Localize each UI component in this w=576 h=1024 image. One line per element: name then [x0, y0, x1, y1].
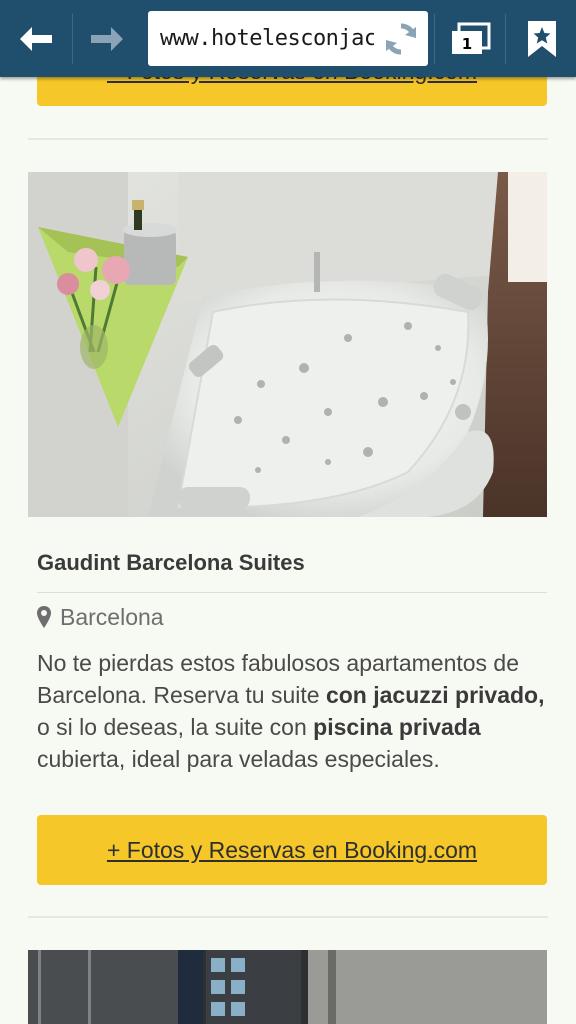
- hotel-photo-jacuzzi[interactable]: [28, 172, 547, 517]
- hotel-description: No te pierdas estos fabulosos apartament…: [37, 647, 547, 775]
- browser-page: + Fotos y Reservas en Booking.com: [0, 0, 576, 1024]
- description-text-3: cubierta, ideal para veladas especiales.: [37, 746, 440, 772]
- url-bar[interactable]: www.hotelesconjacuzzi.es: [148, 11, 428, 66]
- toolbar-separator: [505, 14, 506, 64]
- description-highlight-pool: piscina privada: [313, 714, 481, 740]
- next-hotel-illustration: [28, 950, 547, 1024]
- forward-button[interactable]: [72, 0, 142, 77]
- browser-toolbar: www.hotelesconjacuzzi.es 1: [0, 0, 576, 77]
- bookmark-button[interactable]: [508, 0, 576, 77]
- section-divider: [28, 138, 548, 140]
- jacuzzi-illustration: [28, 172, 547, 517]
- tabs-icon: 1: [452, 22, 491, 54]
- title-underline: [37, 592, 547, 593]
- location-city: Barcelona: [60, 603, 164, 630]
- bookmark-icon: [528, 20, 556, 57]
- next-hotel-photo[interactable]: [28, 950, 547, 1024]
- tabs-count: 1: [462, 35, 472, 53]
- booking-link-button[interactable]: + Fotos y Reservas en Booking.com: [37, 815, 547, 885]
- back-arrow-icon: [20, 26, 52, 51]
- back-button[interactable]: [0, 0, 72, 77]
- reload-icon: [386, 23, 416, 55]
- description-highlight-jacuzzi: con jacuzzi privado,: [325, 682, 545, 708]
- toolbar-separator: [434, 14, 435, 64]
- map-marker-icon: [37, 606, 51, 628]
- description-text-2: o si lo deseas, la suite con: [37, 714, 314, 740]
- hotel-name[interactable]: Gaudint Barcelona Suites: [37, 550, 305, 576]
- url-text[interactable]: www.hotelesconjacuzzi.es: [160, 24, 374, 54]
- section-divider: [28, 916, 548, 918]
- reload-button[interactable]: [382, 20, 420, 58]
- tabs-button[interactable]: 1: [440, 0, 502, 77]
- hotel-location: Barcelona: [37, 602, 164, 632]
- forward-arrow-icon: [91, 26, 123, 51]
